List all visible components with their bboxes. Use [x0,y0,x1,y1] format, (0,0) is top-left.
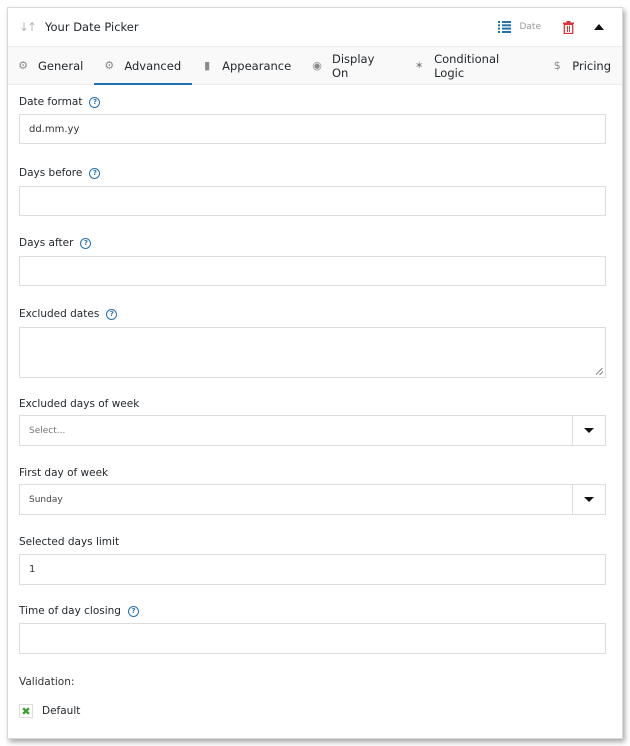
help-icon[interactable]: ? [106,308,118,320]
time-of-day-closing-input[interactable] [19,623,606,654]
tab-label: Advanced [124,58,182,73]
tab-pricing[interactable]: $ Pricing [542,47,622,84]
days-before-field: Days before? [19,167,606,216]
checkbox-checked-icon[interactable]: ✖ [19,704,33,718]
selected-days-limit-input[interactable]: 1 [19,554,606,585]
excluded-days-of-week-label: Excluded days of week [19,398,140,410]
days-before-label: Days before [19,167,83,179]
resize-handle-icon[interactable] [596,368,603,375]
date-format-input[interactable]: dd.mm.yy [19,114,606,144]
validation-label: Validation: [19,676,75,688]
excluded-days-placeholder: Select... [29,425,66,436]
tab-label: General [38,58,84,73]
excluded-dates-label: Excluded dates [19,308,100,320]
help-icon[interactable]: ? [89,167,101,179]
tab-label: Appearance [222,58,292,73]
trash-icon[interactable] [563,20,574,34]
first-day-of-week-value: Sunday [29,494,63,505]
time-of-day-closing-label: Time of day closing [19,605,121,617]
validation-section: Validation: ✖ Default [19,676,80,718]
days-after-input[interactable] [19,256,606,286]
gears-icon: ⚙ [104,59,115,72]
first-day-of-week-label: First day of week [19,467,109,479]
excluded-dates-textarea[interactable] [19,327,606,378]
days-before-input[interactable] [19,186,606,216]
caret-up-icon[interactable] [594,24,604,30]
date-format-field: Date format? dd.mm.yy [19,96,606,144]
list-icon [498,18,512,37]
field-type-label: Date [519,22,541,32]
excluded-days-of-week-select[interactable]: Select... [19,415,606,446]
excluded-dates-field: Excluded dates? [19,308,606,378]
tab-label: Conditional Logic [434,51,500,80]
magic-wand-icon: ✶ [414,59,424,72]
help-icon[interactable]: ? [127,605,139,617]
help-icon[interactable]: ? [80,237,92,249]
brush-icon: ▮ [204,59,211,72]
validation-option-label: Default [42,705,81,717]
excluded-days-of-week-field: Excluded days of week Select... [19,398,606,446]
days-after-label: Days after [19,237,74,249]
tab-bar: ⚙ General ⚙ Advanced ▮ Appearance ◉ Disp… [8,47,622,85]
help-icon[interactable]: ? [89,96,101,108]
dollar-icon: $ [553,59,561,72]
tab-advanced[interactable]: ⚙ Advanced [94,47,192,85]
first-day-of-week-select[interactable]: Sunday [19,484,606,515]
panel-header[interactable]: ↓↑ Your Date Picker Date [8,8,622,47]
validation-option-default[interactable]: ✖ Default [19,704,80,718]
date-format-label: Date format [19,96,83,108]
dropdown-toggle[interactable] [572,416,605,445]
sort-arrows-icon[interactable]: ↓↑ [19,20,37,34]
tab-conditional-logic[interactable]: ✶ Conditional Logic [404,47,542,84]
days-after-field: Days after? [19,237,606,286]
caret-down-icon [584,497,594,502]
selected-days-limit-label: Selected days limit [19,536,120,548]
tab-label: Pricing [572,58,611,73]
gear-icon: ⚙ [18,59,28,72]
caret-down-icon [584,428,594,433]
tab-display-on[interactable]: ◉ Display On [302,47,404,84]
selected-days-limit-field: Selected days limit 1 [19,536,606,585]
tab-appearance[interactable]: ▮ Appearance [192,47,302,84]
tab-general[interactable]: ⚙ General [8,47,94,84]
dropdown-toggle[interactable] [572,485,605,514]
time-of-day-closing-field: Time of day closing? [19,605,606,654]
first-day-of-week-field: First day of week Sunday [19,467,606,515]
eye-icon: ◉ [312,59,322,72]
field-title: Your Date Picker [45,20,139,34]
tab-label: Display On [331,51,375,80]
